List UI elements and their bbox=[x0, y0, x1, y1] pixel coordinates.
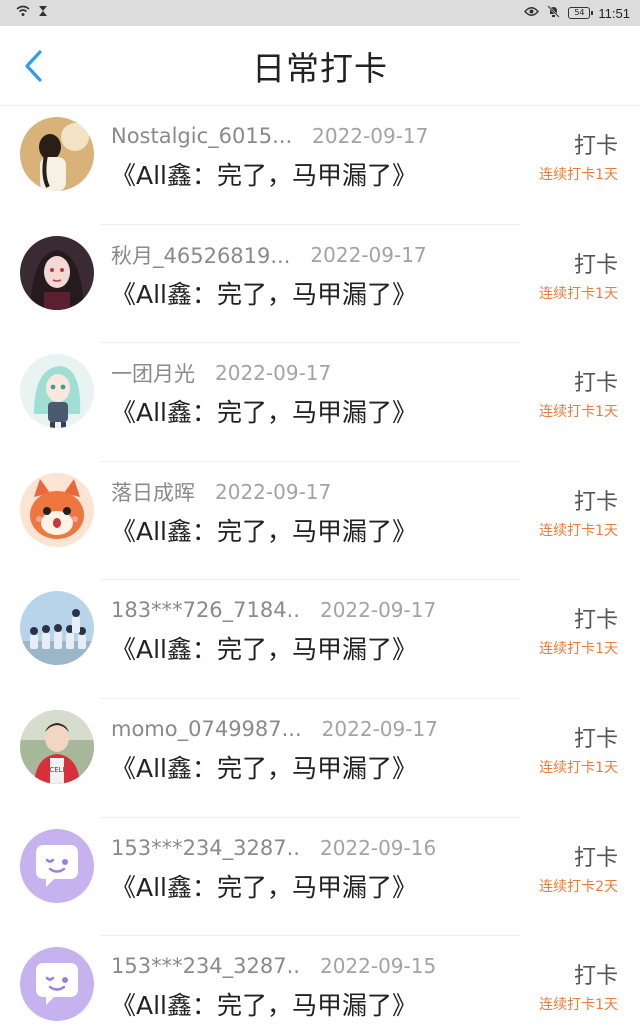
book-title: 《All鑫：完了，马甲漏了》 bbox=[111, 753, 417, 783]
checkin-date: 2022-09-17 bbox=[215, 479, 332, 504]
page-title: 日常打卡 bbox=[252, 48, 388, 88]
header: 日常打卡 bbox=[0, 26, 640, 106]
book-title: 《All鑫：完了，马甲漏了》 bbox=[111, 991, 417, 1021]
name-row: 153***234_3287.. 2022-09-16 bbox=[111, 833, 441, 863]
avatar[interactable] bbox=[20, 235, 94, 310]
streak-badge: 连续打卡1天 bbox=[539, 997, 618, 1014]
book-title: 《All鑫：完了，马甲漏了》 bbox=[111, 279, 417, 309]
status-right: 54 11:51 bbox=[524, 4, 630, 22]
wifi-icon bbox=[16, 5, 30, 21]
status-time: 11:51 bbox=[598, 5, 630, 21]
name-row: 183***726_7184.. 2022-09-17 bbox=[111, 595, 441, 625]
checkin-label[interactable]: 打卡 bbox=[574, 721, 618, 753]
user-name[interactable]: 153***234_3287.. bbox=[111, 954, 300, 978]
name-row: 153***234_3287.. 2022-09-15 bbox=[111, 951, 441, 981]
list-item[interactable]: 153***234_3287.. 2022-09-15 《All鑫：完了，马甲漏了》… bbox=[0, 936, 640, 1024]
list-item[interactable]: 153***234_3287.. 2022-09-16 《All鑫：完了，马甲漏了》… bbox=[0, 818, 640, 937]
avatar[interactable] bbox=[20, 117, 94, 191]
list-item[interactable]: 一团月光 2022-09-17 《All鑫：完了，马甲漏了》 打卡连续打卡1天 bbox=[0, 343, 640, 462]
checkin-list: Nostalgic_6015... 2022-09-17 《All鑫：完了，马甲漏了… bbox=[0, 106, 640, 1024]
checkin-date: 2022-09-17 bbox=[321, 716, 438, 741]
streak-badge: 连续打卡1天 bbox=[539, 641, 618, 658]
checkin-date: 2022-09-15 bbox=[319, 954, 437, 979]
user-name[interactable]: Nostalgic_6015... bbox=[111, 124, 292, 148]
checkin-label[interactable]: 打卡 bbox=[574, 840, 618, 872]
user-name[interactable]: 落日成晖 bbox=[111, 477, 195, 507]
list-item[interactable]: 183***726_7184.. 2022-09-17 《All鑫：完了，马甲漏了》… bbox=[0, 580, 640, 699]
streak-badge: 连续打卡1天 bbox=[539, 522, 618, 539]
list-item[interactable]: 秋月_46526819... 2022-09-17 《All鑫：完了，马甲漏了》 打卡… bbox=[0, 225, 640, 344]
checkin-label[interactable]: 打卡 bbox=[574, 128, 618, 160]
streak-badge: 连续打卡1天 bbox=[539, 285, 618, 302]
streak-badge: 连续打卡1天 bbox=[539, 167, 618, 183]
status-left bbox=[16, 5, 48, 21]
book-title: 《All鑫：完了，马甲漏了》 bbox=[111, 161, 417, 190]
avatar[interactable] bbox=[20, 591, 94, 666]
checkin-label[interactable]: 打卡 bbox=[574, 602, 618, 634]
streak-badge: 连续打卡2天 bbox=[539, 878, 618, 895]
streak-badge: 连续打卡1天 bbox=[539, 404, 618, 421]
streak-badge: 连续打卡1天 bbox=[539, 759, 618, 776]
chevron-left-icon bbox=[25, 50, 42, 82]
list-item[interactable]: 落日成晖 2022-09-17 《All鑫：完了，马甲漏了》 打卡连续打卡1天 bbox=[0, 462, 640, 581]
name-row: 落日成晖 2022-09-17 bbox=[111, 477, 441, 507]
checkin-date: 2022-09-16 bbox=[319, 835, 437, 860]
book-title: 《All鑫：完了，马甲漏了》 bbox=[111, 635, 417, 665]
avatar[interactable] bbox=[20, 947, 94, 1022]
user-name[interactable]: 一团月光 bbox=[111, 358, 195, 388]
checkin-date: 2022-09-17 bbox=[319, 598, 437, 623]
book-title: 《All鑫：完了，马甲漏了》 bbox=[111, 398, 417, 428]
hourglass-icon bbox=[38, 5, 48, 21]
user-name[interactable]: 153***234_3287.. bbox=[111, 836, 300, 860]
eye-icon bbox=[524, 6, 540, 21]
mute-bell-icon bbox=[547, 4, 561, 22]
name-row: 秋月_46526819... 2022-09-17 bbox=[111, 240, 441, 270]
avatar[interactable]: CELI bbox=[20, 709, 94, 784]
list-item[interactable]: CELI momo_0749987... 2022-09-17 《All鑫：完了，马甲… bbox=[0, 699, 640, 818]
book-title: 《All鑫：完了，马甲漏了》 bbox=[111, 516, 417, 546]
checkin-label[interactable]: 打卡 bbox=[574, 484, 618, 516]
checkin-label[interactable]: 打卡 bbox=[574, 247, 618, 279]
checkin-date: 2022-09-17 bbox=[310, 242, 427, 267]
checkin-date: 2022-09-17 bbox=[312, 124, 429, 148]
avatar[interactable] bbox=[20, 472, 94, 547]
name-row: Nostalgic_6015... 2022-09-17 bbox=[111, 121, 441, 151]
checkin-label[interactable]: 打卡 bbox=[574, 958, 618, 990]
checkin-date: 2022-09-17 bbox=[215, 361, 332, 386]
back-button[interactable] bbox=[20, 48, 50, 84]
book-title: 《All鑫：完了，马甲漏了》 bbox=[111, 872, 417, 902]
avatar[interactable] bbox=[20, 828, 94, 903]
name-row: 一团月光 2022-09-17 bbox=[111, 358, 441, 388]
checkin-label[interactable]: 打卡 bbox=[574, 365, 618, 397]
avatar[interactable] bbox=[20, 354, 94, 429]
user-name[interactable]: 183***726_7184.. bbox=[111, 598, 300, 622]
svg-text:CELI: CELI bbox=[49, 766, 64, 774]
name-row: momo_0749987... 2022-09-17 bbox=[111, 714, 441, 744]
list-item[interactable]: Nostalgic_6015... 2022-09-17 《All鑫：完了，马甲漏了… bbox=[0, 106, 640, 225]
battery-icon: 54 bbox=[568, 7, 594, 19]
status-bar: 54 11:51 bbox=[0, 0, 640, 26]
user-name[interactable]: 秋月_46526819... bbox=[111, 240, 290, 270]
user-name[interactable]: momo_0749987... bbox=[111, 717, 302, 741]
